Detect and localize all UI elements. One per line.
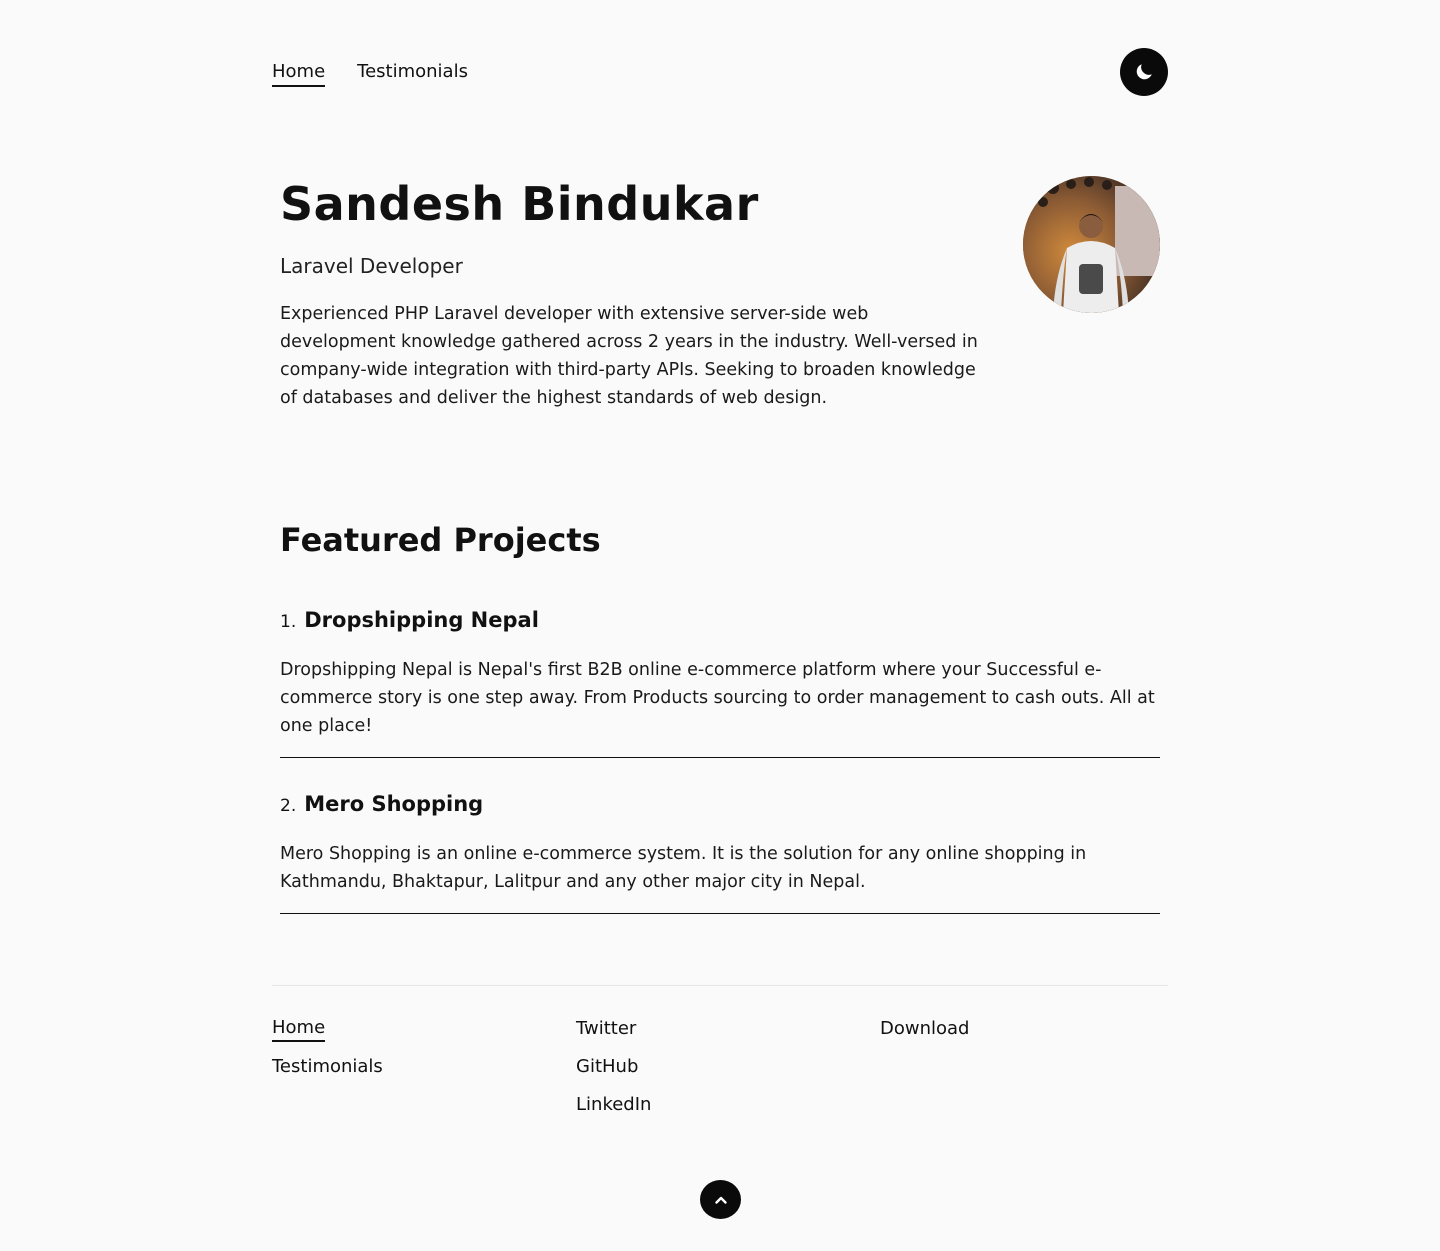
project-title[interactable]: Dropshipping Nepal [304,606,539,634]
avatar-photo [1023,176,1160,313]
footer-divider [272,985,1168,986]
footer-social-column: Twitter GitHub LinkedIn [576,1016,651,1118]
footer-download-link[interactable]: Download [880,1016,969,1042]
chevron-up-icon [714,1196,727,1204]
hero-bio: Experienced PHP Laravel developer with e… [280,304,978,408]
back-to-top-button[interactable] [700,1180,741,1219]
footer-twitter-link[interactable]: Twitter [576,1016,636,1042]
footer-testimonials-link[interactable]: Testimonials [272,1054,383,1080]
site-header: Home Testimonials [272,48,1168,96]
project-description: Dropshipping Nepal is Nepal's first B2B … [280,660,1155,736]
footer-linkedin-link[interactable]: LinkedIn [576,1092,651,1118]
nav-home-link[interactable]: Home [272,60,326,87]
project-header: 1. Dropshipping Nepal [280,606,1160,636]
project-description: Mero Shopping is an online e-commerce sy… [280,844,1087,892]
hero-section: Sandesh Bindukar Laravel Developer Exper… [280,176,1160,412]
nav-testimonials-link[interactable]: Testimonials [357,60,468,87]
avatar [1023,176,1160,313]
moon-icon [1136,64,1152,80]
projects-heading: Featured Projects [280,521,601,559]
main-nav: Home Testimonials [272,60,468,87]
project-number: 2. [280,796,297,816]
project-title[interactable]: Mero Shopping [304,790,483,818]
project-header: 2. Mero Shopping [280,790,1160,820]
footer-extra-column: Download [880,1016,969,1042]
project-item: 2. Mero Shopping Mero Shopping is an onl… [280,790,1160,914]
footer-pages-column: Home Testimonials [272,1016,383,1080]
project-number: 1. [280,612,297,632]
theme-toggle-button[interactable] [1120,48,1168,96]
footer-github-link[interactable]: GitHub [576,1054,638,1080]
footer-home-link[interactable]: Home [272,1016,326,1042]
project-item: 1. Dropshipping Nepal Dropshipping Nepal… [280,606,1160,758]
